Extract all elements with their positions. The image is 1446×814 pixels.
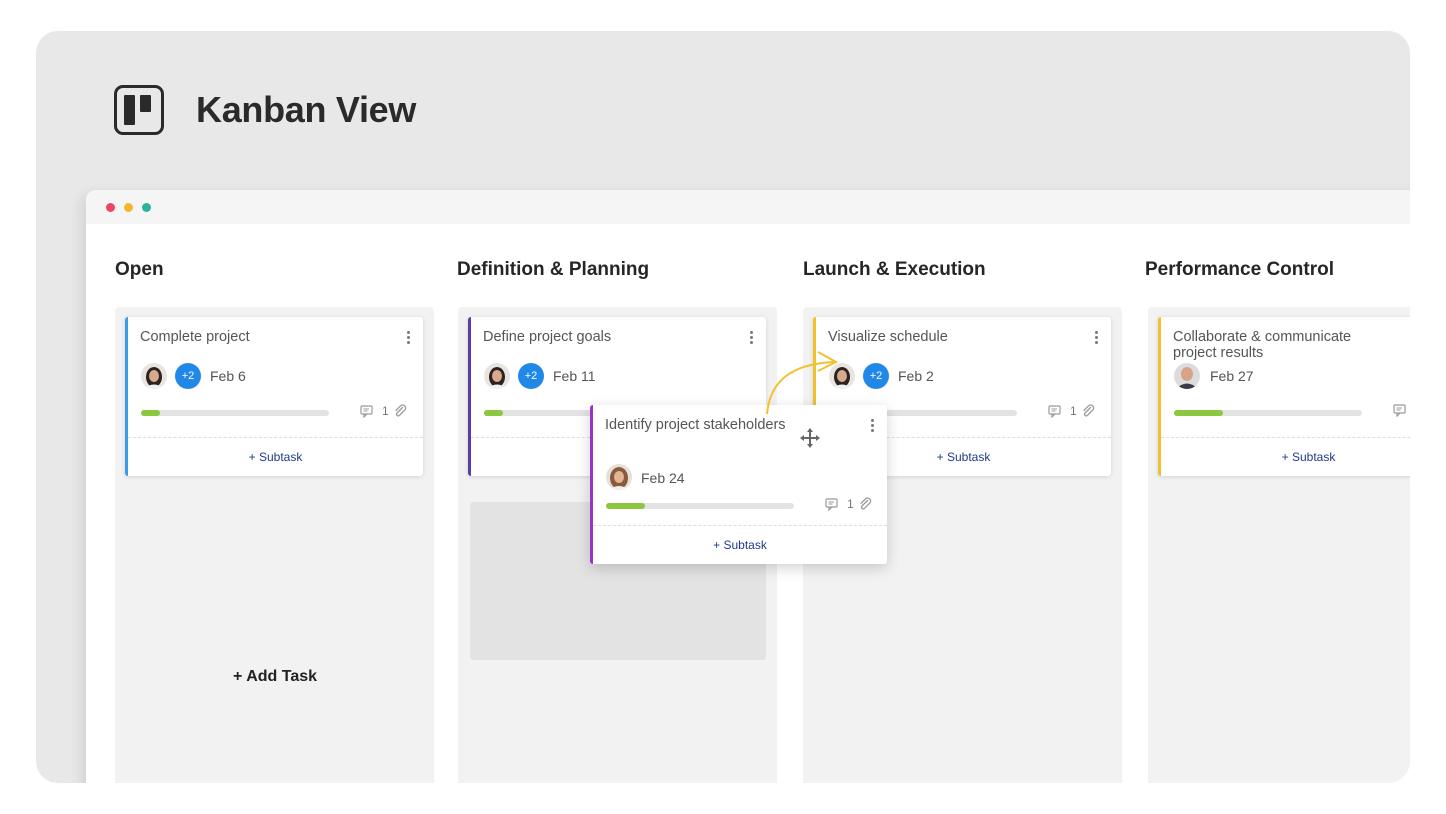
assignee-avatar[interactable] — [606, 464, 632, 490]
maximize-window-dot[interactable] — [142, 202, 151, 212]
task-title: Collaborate & communicate project result… — [1173, 329, 1352, 361]
more-options-icon[interactable] — [871, 419, 875, 433]
task-card-collaborate[interactable]: Collaborate & communicate project result… — [1158, 317, 1410, 476]
more-options-icon[interactable] — [407, 331, 411, 345]
add-subtask-link[interactable]: + Subtask — [1161, 450, 1410, 464]
extra-assignees-badge[interactable]: +2 — [518, 363, 544, 389]
window-titlebar — [86, 190, 1410, 224]
page-header: Kanban View — [114, 85, 416, 135]
due-date: Feb 2 — [898, 368, 934, 384]
comment-icon[interactable] — [1048, 404, 1062, 418]
drag-direction-arrow-icon — [766, 351, 839, 415]
close-window-dot[interactable] — [106, 202, 115, 212]
assignee-avatar[interactable] — [1174, 363, 1200, 389]
add-subtask-link[interactable]: + Subtask — [593, 538, 887, 552]
page-title: Kanban View — [196, 89, 417, 130]
task-card-complete-project[interactable]: Complete project +2 Feb 6 1 + Subtask — [125, 317, 423, 476]
due-date: Feb 6 — [210, 368, 246, 384]
more-options-icon[interactable] — [1095, 331, 1099, 345]
column-performance-control: Collaborate & communicate project result… — [1148, 307, 1410, 783]
kanban-background: Kanban View Open Definition & Planning L… — [36, 31, 1410, 783]
assignee-avatar[interactable] — [484, 363, 510, 389]
card-divider — [128, 437, 423, 438]
card-divider — [593, 525, 887, 526]
task-meta: 1 — [825, 497, 872, 511]
column-title-launch-execution: Launch & Execution — [803, 259, 986, 280]
task-title: Define project goals — [483, 329, 612, 345]
comment-count: 1 — [1070, 404, 1077, 418]
card-divider — [1161, 437, 1410, 438]
due-date: Feb 24 — [641, 470, 685, 486]
extra-assignees-badge[interactable]: +2 — [863, 363, 889, 389]
move-cursor-icon — [800, 428, 820, 448]
task-meta — [1393, 404, 1407, 417]
task-title: Complete project — [140, 329, 250, 345]
comment-count: 1 — [382, 404, 389, 418]
comment-icon[interactable] — [825, 497, 839, 511]
comment-count: 1 — [847, 497, 854, 511]
due-date: Feb 11 — [553, 368, 596, 384]
task-progress-bar — [606, 503, 794, 509]
column-open: Complete project +2 Feb 6 1 + Subtask + … — [115, 307, 434, 783]
task-meta: 1 — [1048, 404, 1095, 418]
attachment-icon[interactable] — [858, 497, 872, 511]
attachment-icon[interactable] — [393, 404, 407, 418]
column-title-open: Open — [115, 259, 164, 280]
due-date: Feb 27 — [1210, 368, 1254, 384]
task-progress-bar — [141, 410, 329, 416]
dragged-task-card-identify-stakeholders[interactable]: Identify project stakeholders Feb 24 1 +… — [590, 405, 887, 564]
assignee-avatar[interactable] — [141, 363, 167, 389]
more-options-icon[interactable] — [750, 331, 754, 345]
comment-icon[interactable] — [360, 404, 374, 418]
attachment-icon[interactable] — [1081, 404, 1095, 418]
add-task-button[interactable]: + Add Task — [233, 668, 317, 686]
task-meta: 1 — [360, 404, 407, 418]
kanban-board-icon — [114, 85, 164, 135]
add-subtask-link[interactable]: + Subtask — [128, 450, 423, 464]
app-window: Open Definition & Planning Launch & Exec… — [86, 190, 1410, 783]
column-title-performance-control: Performance Control — [1145, 259, 1334, 280]
extra-assignees-badge[interactable]: +2 — [175, 363, 201, 389]
minimize-window-dot[interactable] — [124, 202, 133, 212]
comment-icon[interactable] — [1393, 404, 1407, 417]
column-title-definition-planning: Definition & Planning — [457, 259, 650, 280]
task-progress-bar — [1174, 410, 1362, 416]
